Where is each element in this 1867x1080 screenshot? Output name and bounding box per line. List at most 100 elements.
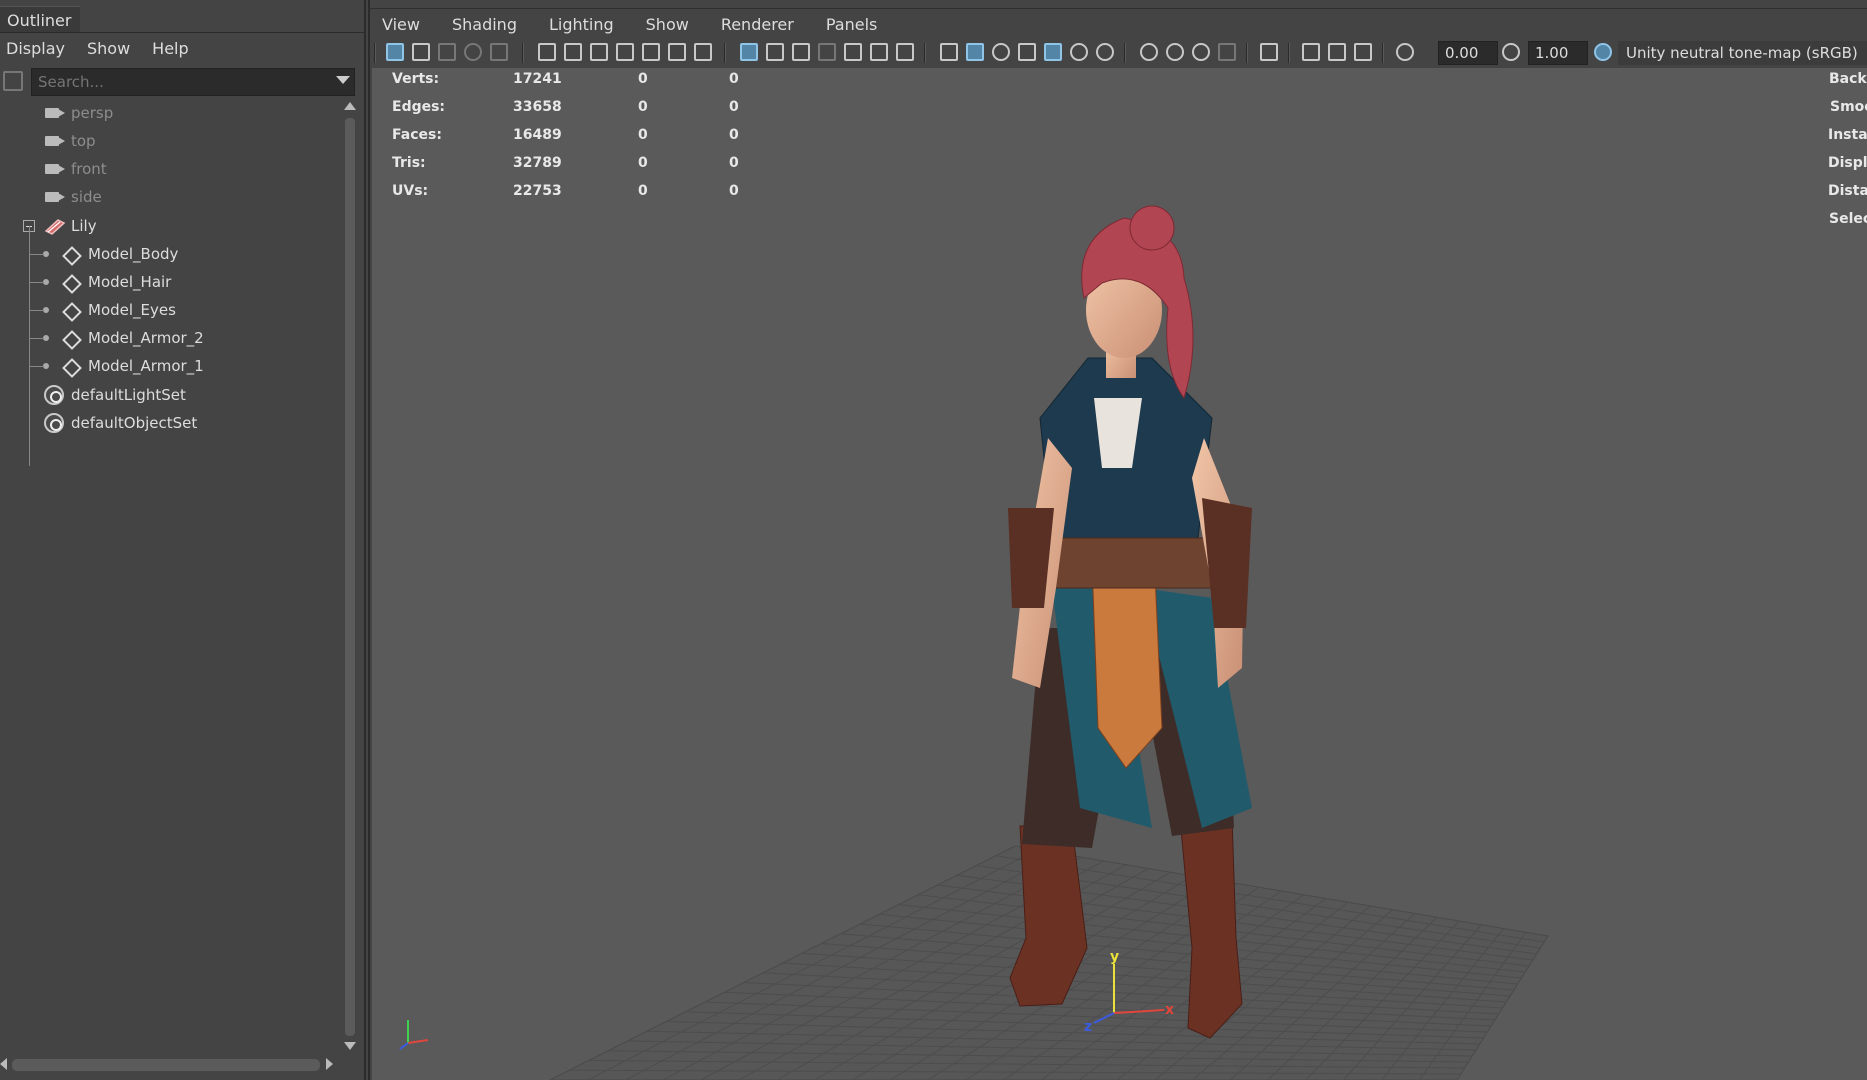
menu-display[interactable]: Display <box>0 39 71 58</box>
scroll-up-icon[interactable] <box>344 102 356 110</box>
gamma-icon[interactable] <box>1502 43 1520 61</box>
tree-connector <box>30 366 44 367</box>
wireframe-on-shaded-icon[interactable] <box>1018 43 1036 61</box>
exposure-icon[interactable] <box>1396 43 1414 61</box>
screen-space-ao-icon[interactable] <box>1140 43 1158 61</box>
grease-pencil-icon[interactable] <box>642 43 660 61</box>
toolbar-separator <box>1124 43 1126 63</box>
menu-view[interactable]: View <box>372 15 420 34</box>
safe-title-icon[interactable] <box>896 43 914 61</box>
mesh-transform-icon <box>63 331 77 345</box>
toolbar-separator <box>1288 43 1290 63</box>
view-axis-gizmo <box>399 1020 429 1050</box>
3d-viewport[interactable]: Verts: 17241 0 0 Edges: 33658 0 0 Faces:… <box>372 68 1867 1080</box>
mesh-transform-icon <box>63 359 77 373</box>
outliner-vertical-scrollbar[interactable] <box>343 100 357 1056</box>
tree-item-label: defaultLightSet <box>71 386 186 404</box>
camera-focus-icon[interactable] <box>590 43 608 61</box>
tree-item-label: Model_Armor_1 <box>88 357 204 375</box>
tree-item-model-armor-1[interactable]: Model_Armor_1 <box>0 353 340 379</box>
tree-item-persp[interactable]: persp <box>0 100 340 126</box>
set-icon <box>44 413 64 433</box>
grid-icon[interactable] <box>740 43 758 61</box>
menu-lighting[interactable]: Lighting <box>539 15 614 34</box>
field-chart-icon[interactable] <box>844 43 862 61</box>
image-plane-icon[interactable] <box>464 43 482 61</box>
tree-item-label: Model_Hair <box>88 273 172 291</box>
scroll-thumb[interactable] <box>345 118 355 1036</box>
camera-icon[interactable] <box>538 43 556 61</box>
menu-show[interactable]: Show <box>636 15 689 34</box>
paint-brush-icon[interactable] <box>694 43 712 61</box>
safe-action-icon[interactable] <box>870 43 888 61</box>
tree-item-model-body[interactable]: Model_Body <box>0 241 340 267</box>
tree-connector <box>30 310 44 311</box>
tree-item-model-armor-2[interactable]: Model_Armor_2 <box>0 325 340 351</box>
gate-mask-icon[interactable] <box>818 43 836 61</box>
xray-icon[interactable] <box>1302 43 1320 61</box>
tree-item-model-hair[interactable]: Model_Hair <box>0 269 340 295</box>
xray-active-icon[interactable] <box>1354 43 1372 61</box>
toolbar-separator <box>1382 43 1384 63</box>
tree-item-label: front <box>71 160 107 178</box>
two-d-pan-icon[interactable] <box>490 43 508 61</box>
camera-icon <box>45 192 59 202</box>
menu-show[interactable]: Show <box>81 39 136 58</box>
tree-item-lily[interactable]: Lily <box>0 213 340 239</box>
tree-item-label: persp <box>71 104 114 122</box>
move-tool-icon[interactable] <box>668 43 686 61</box>
bookmark-icon[interactable] <box>438 43 456 61</box>
camera-lock-icon[interactable] <box>564 43 582 61</box>
search-input[interactable] <box>31 68 355 96</box>
isolate-select-icon[interactable] <box>1260 43 1278 61</box>
textured-icon[interactable] <box>1044 43 1062 61</box>
shadows-icon[interactable] <box>1096 43 1114 61</box>
xray-joints-icon[interactable] <box>1328 43 1346 61</box>
anti-aliasing-icon[interactable] <box>1192 43 1210 61</box>
default-material-icon[interactable] <box>992 43 1010 61</box>
wireframe-icon[interactable] <box>940 43 958 61</box>
filter-icon[interactable] <box>3 71 23 91</box>
toolbar-separator <box>924 43 926 63</box>
tree-item-side[interactable]: side <box>0 184 340 210</box>
scroll-left-icon[interactable] <box>0 1058 7 1070</box>
tree-connector <box>30 338 44 339</box>
view-transform-label[interactable]: Unity neutral tone-map (sRGB) <box>1618 41 1867 65</box>
gamma-field[interactable]: 1.00 <box>1528 41 1588 65</box>
exposure-field[interactable]: 0.00 <box>1438 41 1498 65</box>
depth-of-field-icon[interactable] <box>1218 43 1236 61</box>
select-camera-icon[interactable] <box>386 43 404 61</box>
scroll-thumb[interactable] <box>12 1059 320 1071</box>
menu-renderer[interactable]: Renderer <box>711 15 794 34</box>
mesh-transform-icon <box>63 303 77 317</box>
toolbar-separator <box>374 43 376 63</box>
tree-item-default-object-set[interactable]: defaultObjectSet <box>0 410 340 436</box>
menu-shading[interactable]: Shading <box>442 15 517 34</box>
scroll-down-icon[interactable] <box>344 1042 356 1050</box>
outliner-horizontal-scrollbar[interactable] <box>0 1056 340 1074</box>
motion-blur-icon[interactable] <box>1166 43 1184 61</box>
film-gate-icon[interactable] <box>766 43 784 61</box>
lights-icon[interactable] <box>1070 43 1088 61</box>
tree-item-label: top <box>71 132 96 150</box>
panel-divider <box>368 8 1867 9</box>
color-management-icon[interactable] <box>1594 43 1612 61</box>
tree-item-top[interactable]: top <box>0 128 340 154</box>
menu-help[interactable]: Help <box>146 39 194 58</box>
resolution-gate-icon[interactable] <box>792 43 810 61</box>
tree-item-default-light-set[interactable]: defaultLightSet <box>0 382 340 408</box>
bookmark-flag-icon[interactable] <box>616 43 634 61</box>
outliner-tab[interactable]: Outliner <box>0 6 80 33</box>
toolbar-separator <box>1246 43 1248 63</box>
smooth-shade-icon[interactable] <box>966 43 984 61</box>
toolbar-separator <box>724 43 726 63</box>
camera-attributes-icon[interactable] <box>412 43 430 61</box>
scroll-right-icon[interactable] <box>326 1058 333 1070</box>
camera-icon <box>45 108 59 118</box>
tree-item-label: Lily <box>71 217 97 235</box>
tree-item-model-eyes[interactable]: Model_Eyes <box>0 297 340 323</box>
tree-item-front[interactable]: front <box>0 156 340 182</box>
chevron-down-icon[interactable] <box>336 76 350 84</box>
tree-item-label: Model_Body <box>88 245 179 263</box>
menu-panels[interactable]: Panels <box>816 15 878 34</box>
